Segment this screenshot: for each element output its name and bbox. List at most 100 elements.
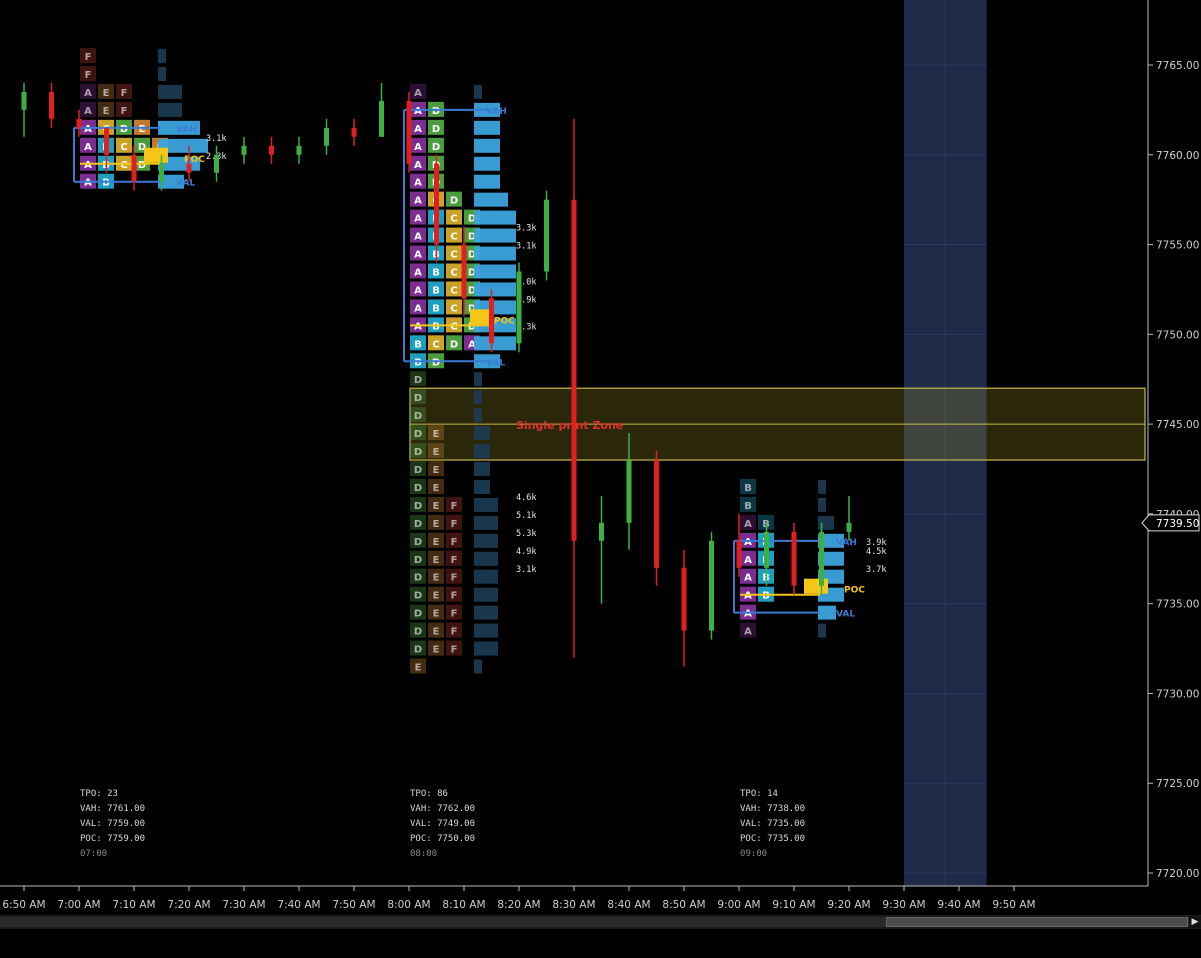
tpo-letter: C <box>432 339 439 350</box>
tpo-letter: A <box>414 214 422 225</box>
volume-bar <box>158 49 166 64</box>
volume-bar <box>474 192 508 207</box>
time-tick-label: 8:10 AM <box>442 899 485 911</box>
tpo-letter: E <box>433 429 440 440</box>
tpo-letter: E <box>433 609 440 620</box>
price-tick-label: 7745.00 <box>1156 419 1199 431</box>
volume-bar <box>474 138 500 153</box>
volume-bar <box>474 623 498 638</box>
tpo-letter: F <box>451 519 458 530</box>
price-tick-label: 7735.00 <box>1156 599 1199 611</box>
price-tick-label: 7755.00 <box>1156 240 1199 252</box>
tpo-letter: E <box>433 555 440 566</box>
tpo-letter: A <box>414 285 422 296</box>
volume-bar <box>474 551 498 566</box>
tpo-letter: D <box>414 645 422 656</box>
tpo-letter: D <box>120 124 128 135</box>
tpo-letter: F <box>451 501 458 512</box>
tpo-letter: A <box>84 88 92 99</box>
candle-body <box>104 127 109 155</box>
candle-body <box>131 154 137 182</box>
tpo-letter: D <box>414 627 422 638</box>
tpo-letter: D <box>414 537 422 548</box>
tpo-letter: D <box>414 447 422 458</box>
candle-body <box>351 127 357 137</box>
tpo-letter: E <box>433 537 440 548</box>
volume-bar <box>474 641 498 656</box>
volume-bar <box>474 408 482 423</box>
time-tick-label: 7:30 AM <box>222 899 265 911</box>
tpo-letter: E <box>433 483 440 494</box>
tpo-letter: F <box>85 70 92 81</box>
profile-stat: TPO: 14 <box>740 789 778 799</box>
current-price-label: 7739.50 <box>1156 518 1199 530</box>
time-tick-label: 9:30 AM <box>882 899 925 911</box>
tpo-letter: A <box>84 142 92 153</box>
tpo-letter: A <box>414 160 422 171</box>
volume-bar <box>474 336 516 351</box>
candle-body <box>159 163 164 182</box>
tpo-letter: E <box>433 591 440 602</box>
tpo-letter: A <box>744 519 752 530</box>
tpo-letter: B <box>762 591 770 602</box>
tpo-letter: B <box>744 501 752 512</box>
volume-value-label: 3.1k <box>516 565 536 575</box>
tpo-letter: B <box>432 285 440 296</box>
volume-bar <box>474 390 482 405</box>
tpo-letter: D <box>414 411 422 422</box>
candle-body <box>214 154 219 173</box>
profile-start-time: 07:00 <box>80 849 107 859</box>
tpo-letter: B <box>432 267 440 278</box>
price-tick-label: 7725.00 <box>1156 778 1199 790</box>
candle-body <box>736 540 742 568</box>
scrollbar-thumb[interactable] <box>886 917 1188 927</box>
time-tick-label: 7:20 AM <box>167 899 210 911</box>
time-tick-label: 8:30 AM <box>552 899 595 911</box>
volume-bar <box>474 282 516 297</box>
scroll-right-arrow-icon[interactable]: ▶ <box>1189 916 1201 928</box>
volume-bar <box>474 156 500 171</box>
volume-bar <box>474 246 516 261</box>
tpo-letter: A <box>744 591 752 602</box>
time-tick-label: 7:10 AM <box>112 899 155 911</box>
volume-bar <box>474 659 482 674</box>
tpo-letter: A <box>744 555 752 566</box>
profile-stat: VAL: 7749.00 <box>410 819 475 829</box>
candle-body <box>489 298 494 344</box>
tpo-letter: E <box>433 465 440 476</box>
candle-body <box>654 460 659 568</box>
tpo-letter: D <box>414 519 422 530</box>
candle-body <box>626 460 632 523</box>
candle-body <box>681 567 687 631</box>
poc-volume-bar <box>144 147 168 163</box>
tpo-letter: F <box>121 106 128 117</box>
volume-bar <box>474 120 500 135</box>
tpo-letter: D <box>414 429 422 440</box>
candle-body <box>846 522 852 532</box>
tpo-letter: B <box>414 339 422 350</box>
volume-bar <box>474 264 516 279</box>
volume-bar <box>474 228 516 243</box>
candle-body <box>764 531 769 568</box>
horizontal-scrollbar[interactable]: ▶ <box>0 915 1201 929</box>
val-label: VAL <box>176 179 195 189</box>
profile-stat: TPO: 86 <box>410 789 448 799</box>
tpo-letter: D <box>432 142 440 153</box>
candle-body <box>76 118 82 128</box>
tpo-letter: E <box>433 627 440 638</box>
market-profile-chart[interactable]: Single print Zone FFAEFAEFACDEABCDEABCDA… <box>0 0 1201 958</box>
tpo-letter: A <box>414 303 422 314</box>
tpo-letter: F <box>121 88 128 99</box>
tpo-letter: F <box>451 645 458 656</box>
tpo-letter: B <box>102 178 110 189</box>
candle-body <box>379 100 384 137</box>
tpo-letter: B <box>432 303 440 314</box>
candle-body <box>269 145 274 155</box>
tpo-letter: E <box>415 663 422 674</box>
tpo-letter: A <box>84 178 92 189</box>
time-tick-label: 9:10 AM <box>772 899 815 911</box>
volume-value-label: 3.1k <box>516 242 536 252</box>
poc-volume-bar <box>804 578 828 594</box>
tpo-letter: A <box>414 178 422 189</box>
time-tick-label: 8:50 AM <box>662 899 705 911</box>
